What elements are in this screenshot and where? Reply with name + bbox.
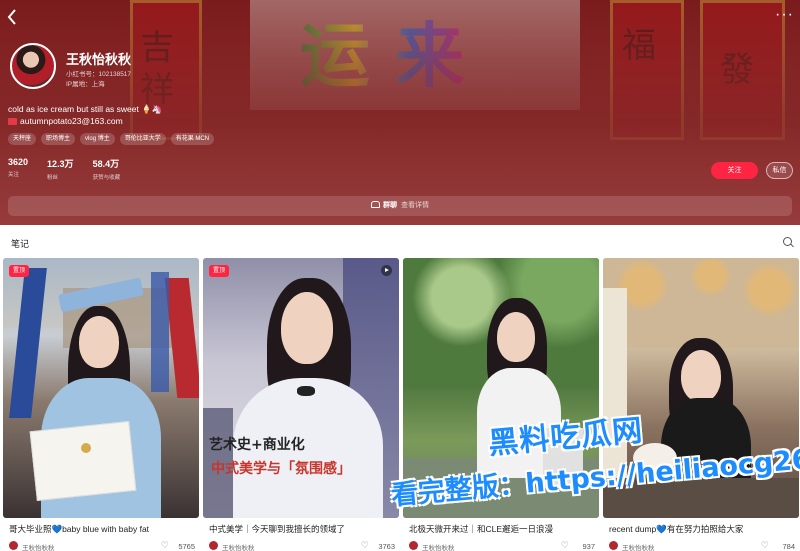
profile-name: 王秋怡秋秋 — [66, 52, 132, 67]
author-avatar[interactable] — [609, 541, 618, 550]
note-title[interactable]: 北极天微开来过｜和CLE邂逅一日浪漫 — [409, 523, 595, 535]
note-author[interactable]: 王秋怡秋秋 — [422, 542, 455, 551]
author-avatar[interactable] — [9, 541, 18, 550]
chevron-left-icon — [7, 9, 16, 25]
ip-location: IP属地：上海 — [66, 81, 105, 88]
follow-button[interactable]: 关注 — [711, 162, 758, 179]
like-count: 937 — [582, 542, 595, 551]
tag-vlog[interactable]: vlog 博主 — [80, 133, 115, 145]
note-card[interactable]: 置顶 艺术史+商业化 中式美学与「氛围感」 中式美学｜今天聊到我擅长的领域了 王… — [203, 258, 399, 551]
tag-mcn[interactable]: 有花果 MCN — [170, 133, 215, 145]
stat-followers[interactable]: 12.3万 粉丝 — [47, 157, 74, 181]
group-chat-bar[interactable]: 群聊 查看详情 — [8, 196, 792, 216]
like-count: 784 — [782, 542, 795, 551]
group-detail-link: 查看详情 — [401, 202, 429, 209]
note-overlay-line2: 中式美学与「氛围感」 — [211, 461, 351, 477]
note-title[interactable]: 哥大毕业照💙baby blue with baby fat — [9, 523, 195, 535]
stat-likes[interactable]: 58.4万 获赞与收藏 — [93, 157, 121, 181]
message-button[interactable]: 私信 — [766, 162, 793, 179]
group-chat-label: 群聊 — [383, 202, 397, 209]
heart-icon[interactable]: ♡ — [761, 541, 769, 550]
author-avatar[interactable] — [209, 541, 218, 550]
profile-header: 吉 祥 福 發 运 来 ··· 王秋怡秋秋 小红书号：102138517 IP属… — [0, 0, 800, 225]
back-button[interactable] — [6, 8, 24, 30]
tag-zodiac[interactable]: 天秤座 — [8, 133, 37, 145]
note-card[interactable]: 置顶 哥大毕业照💙baby blue with baby fat 王秋怡秋秋 ♡… — [3, 258, 199, 551]
note-overlay-line1: 艺术史+商业化 — [209, 437, 305, 453]
profile-tags: 天秤座 职场博主 vlog 博主 哥伦比亚大学 有花果 MCN — [8, 133, 215, 145]
notes-tab-bar: 笔记 — [0, 225, 800, 257]
heart-icon[interactable]: ♡ — [361, 541, 369, 550]
note-thumbnail: 置顶 — [3, 258, 199, 518]
note-author[interactable]: 王秋怡秋秋 — [622, 542, 655, 551]
search-icon[interactable] — [783, 237, 792, 246]
note-title[interactable]: recent dump💙有在努力拍照给大家 — [609, 523, 795, 535]
author-avatar[interactable] — [409, 541, 418, 550]
bio-text: cold as ice cream but still as sweet 🍦🦄 — [8, 104, 163, 114]
group-icon — [371, 201, 380, 208]
tag-career[interactable]: 职场博主 — [41, 133, 76, 145]
note-thumbnail: 置顶 艺术史+商业化 中式美学与「氛围感」 — [203, 258, 399, 518]
note-author[interactable]: 王秋怡秋秋 — [22, 542, 55, 551]
more-options-button[interactable]: ··· — [775, 6, 794, 24]
note-card[interactable]: recent dump💙有在努力拍照给大家 王秋怡秋秋 ♡ 784 — [603, 258, 799, 551]
mail-icon — [8, 118, 17, 125]
heart-icon[interactable]: ♡ — [561, 541, 569, 550]
red-id: 小红书号：102138517 — [66, 71, 132, 78]
like-count: 3763 — [378, 542, 395, 551]
notes-title[interactable]: 笔记 — [11, 237, 29, 250]
heart-icon[interactable]: ♡ — [161, 541, 169, 550]
bio-email-row: autumnpotato23@163.com — [8, 116, 123, 126]
tag-school[interactable]: 哥伦比亚大学 — [119, 133, 166, 145]
stat-following[interactable]: 3620 关注 — [8, 157, 28, 181]
avatar[interactable] — [10, 43, 56, 89]
pinned-badge: 置顶 — [9, 265, 30, 277]
note-author[interactable]: 王秋怡秋秋 — [222, 542, 255, 551]
pinned-badge: 置顶 — [209, 265, 230, 277]
like-count: 5765 — [178, 542, 195, 551]
bio-email: autumnpotato23@163.com — [20, 116, 123, 126]
note-title[interactable]: 中式美学｜今天聊到我擅长的领域了 — [209, 523, 395, 535]
profile-stats: 3620 关注 12.3万 粉丝 58.4万 获赞与收藏 — [8, 157, 120, 181]
video-play-icon — [381, 265, 392, 276]
